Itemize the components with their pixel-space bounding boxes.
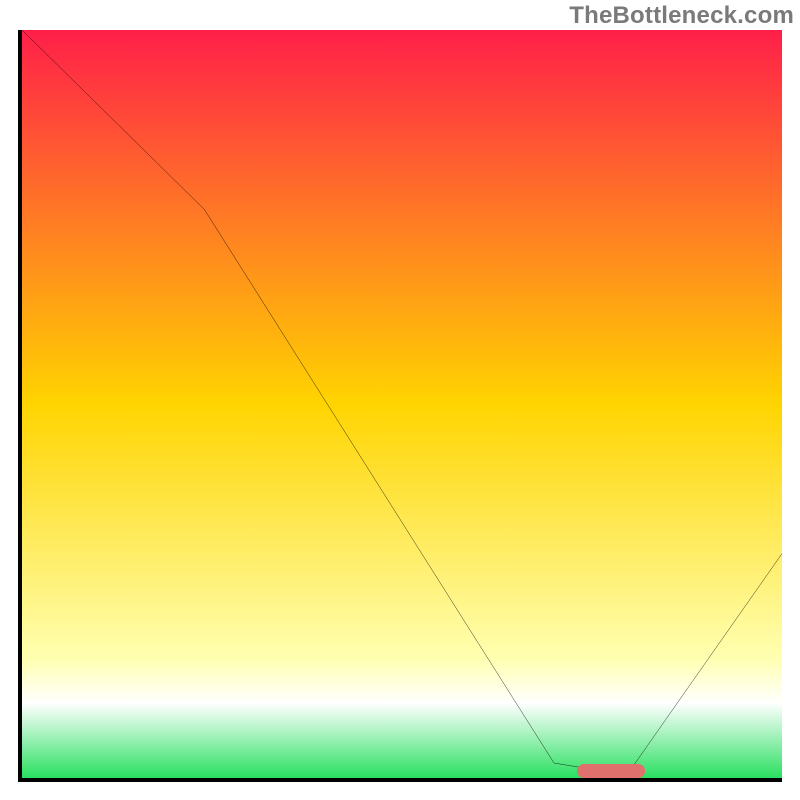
curve-layer: [22, 30, 782, 778]
watermark-text: TheBottleneck.com: [569, 2, 794, 30]
optimal-range-marker: [577, 764, 645, 778]
bottleneck-curve: [22, 30, 782, 771]
chart-frame: TheBottleneck.com: [0, 0, 800, 800]
plot-area: [18, 30, 782, 782]
